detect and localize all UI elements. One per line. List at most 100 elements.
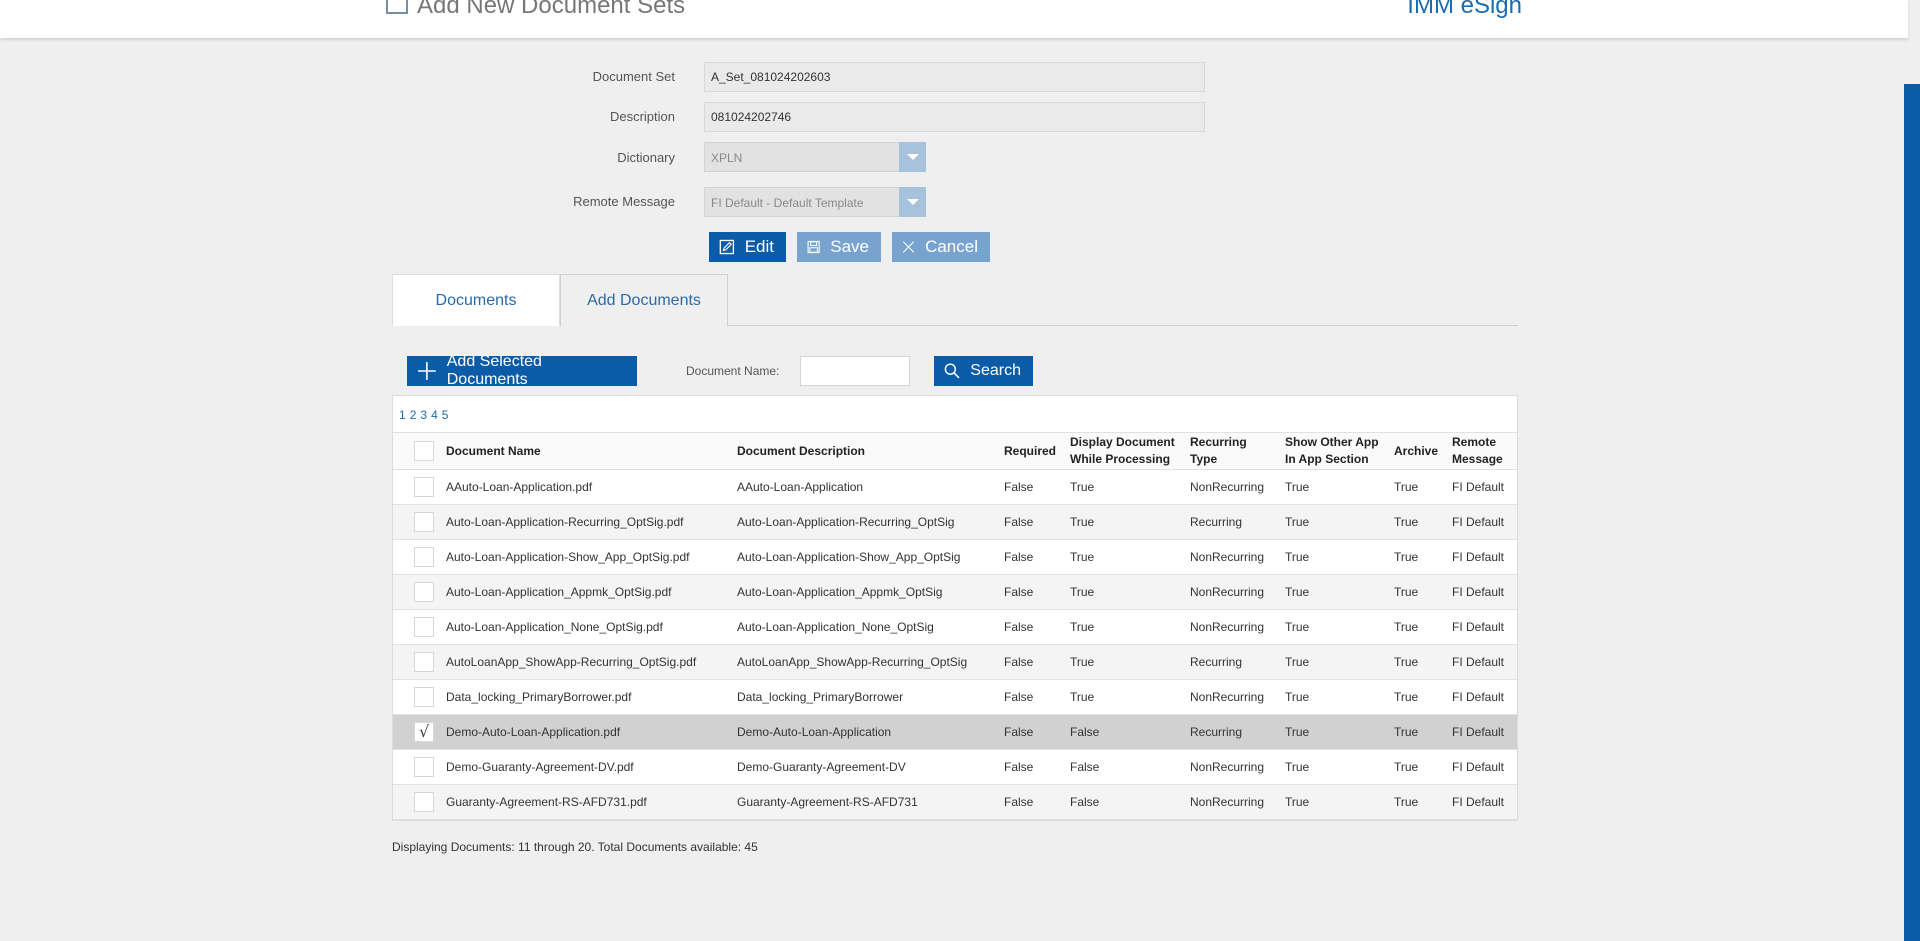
cell-recurring-type: Recurring [1190,504,1285,540]
header-show-other-app[interactable]: Show Other App In App Section [1285,432,1394,470]
search-button[interactable]: Search [934,356,1033,386]
save-button[interactable]: Save [797,232,881,262]
remote-message-select[interactable]: FI Default - Default Template [704,187,926,217]
table-row[interactable]: AutoLoanApp_ShowApp-Recurring_OptSig.pdf… [393,644,1517,680]
cell-show-other-app: True [1285,504,1394,540]
remote-message-value: FI Default - Default Template [711,196,864,210]
edit-button[interactable]: Edit [709,232,786,262]
cell-display-document: False [1070,784,1190,820]
table-row[interactable]: AAuto-Loan-Application.pdf AAuto-Loan-App… [393,469,1517,505]
header-recurring-type[interactable]: Recurring Type [1190,432,1285,470]
header-display-document[interactable]: Display Document While Processing [1070,432,1190,470]
header-required[interactable]: Required [1004,432,1070,470]
cell-show-other-app: True [1285,469,1394,505]
page-link[interactable]: 5 [442,408,449,432]
row-checkbox[interactable] [414,757,434,777]
table-row[interactable]: Auto-Loan-Application-Recurring_OptSig.p… [393,504,1517,540]
row-checkbox[interactable] [414,652,434,672]
documents-table: Document Name Document Description Requi… [393,432,1517,820]
cell-required: False [1004,469,1070,505]
cell-document-name: Auto-Loan-Application_Appmk_OptSig.pdf [446,574,737,610]
brand-logo[interactable]: IMM eSign [1407,0,1522,20]
cell-remote-message: FI Default [1452,609,1517,645]
row-checkbox[interactable] [414,512,434,532]
scrollbar[interactable] [1904,84,1920,941]
add-document-icon [386,0,408,14]
row-checkbox[interactable] [414,547,434,567]
document-set-label: Document Set [592,69,675,84]
document-set-field[interactable] [704,62,1205,92]
row-checkbox[interactable] [414,582,434,602]
cell-document-name: AAuto-Loan-Application.pdf [446,469,737,505]
cell-remote-message: FI Default [1452,714,1517,750]
table-row[interactable]: Auto-Loan-Application_None_OptSig.pdf Aut… [393,609,1517,645]
cell-show-other-app: True [1285,539,1394,575]
cell-show-other-app: True [1285,609,1394,645]
cell-recurring-type: Recurring [1190,714,1285,750]
dictionary-label: Dictionary [617,150,675,165]
cell-remote-message: FI Default [1452,679,1517,715]
cell-recurring-type: NonRecurring [1190,749,1285,785]
table-row[interactable]: √ Demo-Auto-Loan-Application.pdf Demo-Auto… [393,714,1517,750]
table-row[interactable]: Auto-Loan-Application_Appmk_OptSig.pdf Au… [393,574,1517,610]
description-field[interactable] [704,102,1205,132]
cell-display-document: False [1070,714,1190,750]
header-document-description[interactable]: Document Description [737,432,1004,470]
table-row[interactable]: Guaranty-Agreement-RS-AFD731.pdf Guaranty… [393,784,1517,820]
row-checkbox[interactable] [414,477,434,497]
cell-show-other-app: True [1285,574,1394,610]
page-link[interactable]: 4 [431,408,438,432]
tab-documents[interactable]: Documents [392,274,560,326]
cell-remote-message: FI Default [1452,644,1517,680]
remote-message-label: Remote Message [573,194,675,209]
cell-remote-message: FI Default [1452,574,1517,610]
page-link[interactable]: 1 [399,408,406,432]
cell-document-description: Auto-Loan-Application-Recurring_OptSig [737,504,1004,540]
cell-recurring-type: Recurring [1190,644,1285,680]
cell-show-other-app: True [1285,714,1394,750]
tab-add-documents[interactable]: Add Documents [560,274,728,327]
page-link[interactable]: 2 [410,408,417,432]
header-archive[interactable]: Archive [1394,432,1452,470]
cell-archive: True [1394,504,1452,540]
cell-recurring-type: NonRecurring [1190,574,1285,610]
row-checkbox[interactable] [414,617,434,637]
page-link[interactable]: 3 [420,408,427,432]
search-label: Search [970,362,1021,379]
close-icon [902,241,915,253]
table-row[interactable]: Auto-Loan-Application-Show_App_OptSig.pd… [393,539,1517,575]
dictionary-value: XPLN [711,151,743,165]
chevron-down-icon[interactable] [899,142,926,172]
dictionary-select[interactable]: XPLN [704,142,926,172]
cell-document-description: AutoLoanApp_ShowApp-Recurring_OptSig [737,644,1004,680]
cell-display-document: True [1070,679,1190,715]
header-remote-message[interactable]: Remote Message [1452,432,1517,470]
header-document-name[interactable]: Document Name [446,432,737,470]
cell-required: False [1004,679,1070,715]
add-selected-documents-button[interactable]: Add Selected Documents [407,353,637,388]
cancel-label: Cancel [925,237,978,256]
table-row[interactable]: Data_locking_PrimaryBorrower.pdf Data_loc… [393,679,1517,715]
cell-archive: True [1394,749,1452,785]
cell-document-name: Demo-Guaranty-Agreement-DV.pdf [446,749,737,785]
cell-document-description: AAuto-Loan-Application [737,469,1004,505]
cell-display-document: True [1070,609,1190,645]
cell-show-other-app: True [1285,749,1394,785]
row-checkbox[interactable] [414,792,434,812]
document-name-input[interactable] [800,356,910,386]
cell-document-description: Auto-Loan-Application-Show_App_OptSig [737,539,1004,575]
cell-document-description: Auto-Loan-Application_None_OptSig [737,609,1004,645]
table-row[interactable]: Demo-Guaranty-Agreement-DV.pdf Demo-Guara… [393,749,1517,785]
cell-display-document: True [1070,504,1190,540]
cell-recurring-type: NonRecurring [1190,784,1285,820]
cell-document-name: Auto-Loan-Application_None_OptSig.pdf [446,609,737,645]
row-checkbox[interactable] [414,687,434,707]
row-checkbox[interactable]: √ [414,722,434,742]
cell-required: False [1004,574,1070,610]
cancel-button[interactable]: Cancel [892,232,990,262]
cell-display-document: True [1070,644,1190,680]
cell-archive: True [1394,679,1452,715]
chevron-down-icon[interactable] [899,187,926,217]
select-all-checkbox[interactable] [414,441,434,461]
cell-document-description: Demo-Auto-Loan-Application [737,714,1004,750]
